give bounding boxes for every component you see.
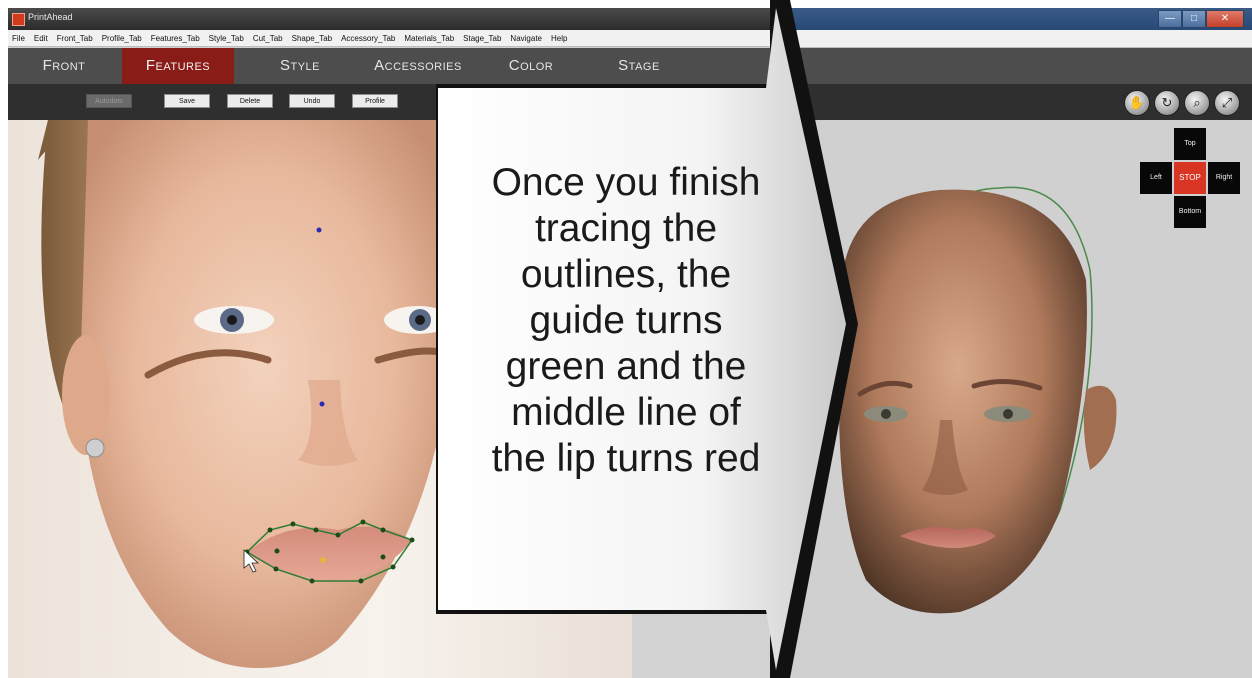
face-skin xyxy=(80,120,448,668)
undo-button[interactable]: Undo xyxy=(289,94,335,108)
callout-line: Once you finish xyxy=(491,161,761,204)
delete-button[interactable]: Delete xyxy=(227,94,273,108)
maximize-button[interactable]: □ xyxy=(1182,10,1206,28)
zoom-icon[interactable]: ⌕ xyxy=(1184,90,1210,116)
minimize-button[interactable]: — xyxy=(1158,10,1182,28)
tab-features[interactable]: Features xyxy=(122,48,234,84)
callout-line: tracing the xyxy=(534,207,718,250)
menu-navigate[interactable]: Navigate xyxy=(510,34,542,43)
title-bar: PrintAhead xyxy=(8,8,770,30)
window-controls: — □ ✕ xyxy=(1158,10,1244,28)
autodots-button[interactable]: Autodots xyxy=(86,94,132,108)
callout-line: middle line of xyxy=(511,391,741,434)
3d-head-model[interactable] xyxy=(790,120,1252,678)
tab-bar: Front Features Style Accessories Color S… xyxy=(8,48,770,84)
view-toolbar: ✋ ↻ ⌕ ⤢ xyxy=(790,84,1252,120)
menu-features-tab[interactable]: Features_Tab xyxy=(151,34,200,43)
landmark-dot xyxy=(319,401,325,407)
menu-cut-tab[interactable]: Cut_Tab xyxy=(253,34,283,43)
callout-line: guide turns xyxy=(529,299,723,342)
menu-shape-tab[interactable]: Shape_Tab xyxy=(292,34,332,43)
tab-stage[interactable]: Stage xyxy=(594,48,684,84)
landmark-dot xyxy=(316,227,322,233)
hand-icon[interactable]: ✋ xyxy=(1124,90,1150,116)
right-tab-bar xyxy=(790,48,1252,84)
menu-bar: File Edit Front_Tab Profile_Tab Features… xyxy=(8,30,770,47)
app-icon xyxy=(12,13,25,26)
3d-preview-window: — □ ✕ ✋ ↻ ⌕ ⤢ Top Left STOP Right Bottom xyxy=(790,8,1252,678)
save-button[interactable]: Save xyxy=(164,94,210,108)
rotate-icon[interactable]: ↻ xyxy=(1154,90,1180,116)
lip-center-point xyxy=(320,557,326,563)
head-ear xyxy=(1083,385,1117,470)
window-title: PrintAhead xyxy=(28,12,73,22)
menu-materials-tab[interactable]: Materials_Tab xyxy=(404,34,454,43)
menu-accessory-tab[interactable]: Accessory_Tab xyxy=(341,34,395,43)
callout-line: green and the xyxy=(505,345,747,388)
callout-line: outlines, the xyxy=(520,253,732,296)
head-skin xyxy=(839,189,1087,614)
menu-style-tab[interactable]: Style_Tab xyxy=(209,34,244,43)
right-title-bar: — □ ✕ xyxy=(790,8,1252,30)
menu-stage-tab[interactable]: Stage_Tab xyxy=(463,34,501,43)
close-button[interactable]: ✕ xyxy=(1206,10,1244,28)
earring xyxy=(85,438,105,458)
right-menu-bar xyxy=(790,30,1252,48)
menu-file[interactable]: File xyxy=(12,34,25,43)
profile-button[interactable]: Profile xyxy=(352,94,398,108)
menu-edit[interactable]: Edit xyxy=(34,34,48,43)
tab-style[interactable]: Style xyxy=(244,48,356,84)
callout-line: the lip turns red xyxy=(491,437,761,480)
ear xyxy=(62,335,110,455)
menu-help[interactable]: Help xyxy=(551,34,567,43)
tab-accessories[interactable]: Accessories xyxy=(358,48,478,84)
menu-front-tab[interactable]: Front_Tab xyxy=(57,34,93,43)
tab-color[interactable]: Color xyxy=(486,48,576,84)
callout-text: Once you finish tracing the outlines, th… xyxy=(440,160,812,482)
tab-front[interactable]: Front xyxy=(16,48,112,84)
features-toolbar: Autodots Save Delete Undo Profile xyxy=(8,84,770,120)
fit-icon[interactable]: ⤢ xyxy=(1214,90,1240,116)
menu-profile-tab[interactable]: Profile_Tab xyxy=(102,34,142,43)
